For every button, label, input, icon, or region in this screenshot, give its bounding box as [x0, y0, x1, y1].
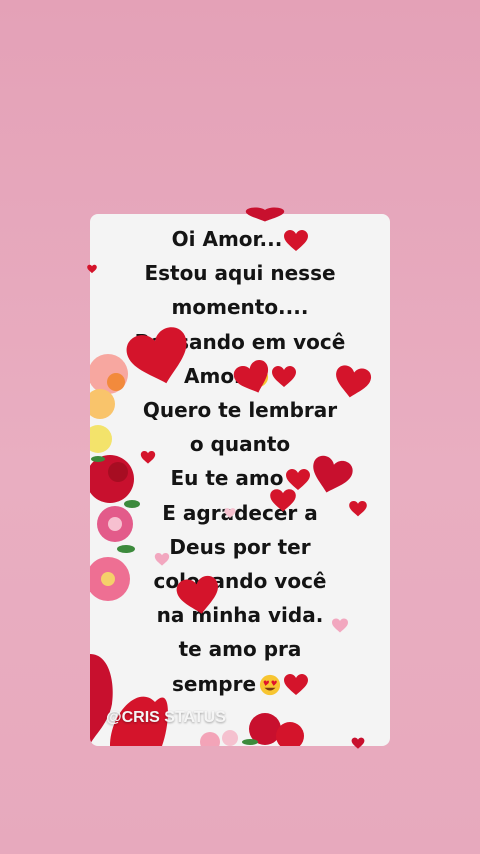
- watermark: @CRIS STATUS: [106, 709, 226, 726]
- red-heart-icon: [285, 468, 310, 490]
- status-card: Oi Amor... Estou aqui nesse momento.... …: [90, 214, 390, 746]
- message-line: Eu te amo: [90, 461, 390, 495]
- message-line: sempre: [90, 667, 390, 701]
- message-line: Amor: [90, 359, 390, 393]
- red-heart-icon: [284, 674, 309, 696]
- message-line: Pensando em você: [134, 329, 346, 354]
- message-line: Estou aqui nesse: [144, 261, 336, 286]
- message-line: o quanto: [189, 432, 291, 457]
- love-message: Oi Amor... Estou aqui nesse momento.... …: [90, 222, 390, 701]
- heart-eyes-icon: [259, 675, 281, 696]
- message-line: Oi Amor...: [90, 222, 390, 256]
- message-line: E agradecer a: [162, 500, 318, 525]
- message-line: Deus por ter: [169, 534, 311, 559]
- message-line: momento....: [171, 295, 309, 320]
- message-line: Quero te lembrar: [142, 398, 338, 423]
- heart-eyes-icon: [247, 367, 269, 388]
- red-heart-icon: [284, 229, 309, 251]
- message-line: colocando você: [153, 569, 327, 594]
- message-line: na minha vida.: [156, 603, 324, 628]
- red-heart-icon: [271, 366, 296, 388]
- message-line: te amo pra: [178, 637, 302, 662]
